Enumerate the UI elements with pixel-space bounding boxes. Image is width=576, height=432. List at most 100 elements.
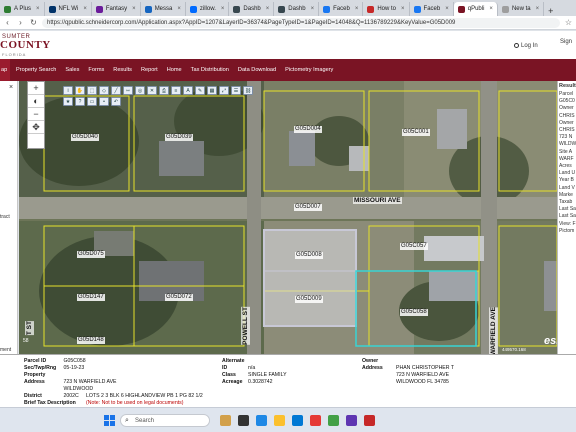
browser-tab[interactable]: A Plus × [0, 2, 45, 16]
nav-data-download[interactable]: Data Download [238, 67, 276, 73]
select-tool-icon[interactable]: ⬚ [87, 86, 97, 95]
parcel-label[interactable]: G05D148 [77, 337, 105, 344]
nav-forms[interactable]: Forms [88, 67, 104, 73]
bookmark-tool-icon[interactable]: ★ [63, 97, 73, 106]
forward-icon[interactable]: › [16, 18, 25, 27]
tab-close-icon[interactable]: × [445, 6, 449, 12]
app-icon[interactable] [364, 415, 375, 426]
results-line: Owner [559, 119, 574, 126]
clear-tool-icon[interactable]: ✕ [147, 86, 157, 95]
parcel-label[interactable]: G05D075 [77, 251, 105, 258]
browser-tab[interactable]: Messa × [141, 2, 186, 16]
star-icon[interactable]: ☆ [564, 18, 573, 27]
taskbar-search[interactable]: ⌕ Search [120, 414, 210, 427]
login-link[interactable]: Log In [514, 43, 538, 49]
task-view-icon[interactable] [238, 415, 249, 426]
tab-close-icon[interactable]: × [489, 6, 493, 12]
new-tab-icon[interactable]: + [544, 6, 557, 16]
tab-close-icon[interactable]: × [83, 6, 87, 12]
nav-report[interactable]: Report [141, 67, 158, 73]
tab-close-icon[interactable]: × [355, 6, 359, 12]
close-icon[interactable]: × [9, 84, 13, 91]
parcel-label[interactable]: G05D008 [295, 252, 323, 259]
tab-close-icon[interactable]: × [177, 6, 181, 12]
mail-icon[interactable] [292, 415, 303, 426]
browser-tab[interactable]: qPubli × [453, 2, 498, 16]
parcel-label[interactable]: G05C057 [400, 243, 428, 250]
parcel-label[interactable]: G05D072 [165, 294, 193, 301]
browser-tab[interactable]: zillow. × [186, 2, 230, 16]
browser-tab[interactable]: NFL Wi × [45, 2, 92, 16]
map-view[interactable]: + ◐ − ✥ i ✋ ⬚ ◇ ╱ ⇿ ◎ ✕ ⎙ ≡ A ✎ ▦ ⤢ ☰ ⛓ … [19, 81, 557, 354]
globe-icon[interactable]: ◐ [28, 95, 44, 108]
browser-tab[interactable]: How to × [363, 2, 410, 16]
browser-tab[interactable]: Faceb × [319, 2, 364, 16]
tab-close-icon[interactable]: × [311, 6, 315, 12]
tab-close-icon[interactable]: × [536, 6, 540, 12]
tab-close-icon[interactable]: × [36, 6, 40, 12]
tab-close-icon[interactable]: × [401, 6, 405, 12]
zoom-out-icon[interactable]: − [28, 108, 44, 121]
legend-tool-icon[interactable]: ☰ [231, 86, 241, 95]
owner-street: 723 N WARFIELD AVE [396, 372, 450, 378]
county-logo[interactable]: COUNTY [0, 39, 51, 51]
polygon-tool-icon[interactable]: ◇ [99, 86, 109, 95]
url-field[interactable]: https://qpublic.schneidercorp.com/Applic… [42, 17, 560, 28]
measure-tool-icon[interactable]: ⇿ [123, 86, 133, 95]
left-panel-item[interactable]: tract [0, 214, 10, 220]
help-tool-icon[interactable]: ? [75, 97, 85, 106]
nav-home[interactable]: Home [167, 67, 182, 73]
line-tool-icon[interactable]: ╱ [111, 86, 121, 95]
sign-link[interactable]: Sign [560, 39, 572, 45]
link-tool-icon[interactable]: ⛓ [243, 86, 253, 95]
results-line: Land U [559, 170, 576, 177]
file-explorer-icon[interactable] [220, 415, 231, 426]
browser-tab[interactable]: Fantasy × [92, 2, 141, 16]
app-icon[interactable] [328, 415, 339, 426]
draw-tool-icon[interactable]: ✎ [195, 86, 205, 95]
tab-close-icon[interactable]: × [266, 6, 270, 12]
browser-tab[interactable]: Faceb × [410, 2, 454, 16]
parcel-label[interactable]: G05D009 [295, 296, 323, 303]
buffer-tool-icon[interactable]: ◎ [135, 86, 145, 95]
identify-tool-icon[interactable]: i [63, 86, 73, 95]
point-tool-icon[interactable]: • [99, 97, 109, 106]
browser-tab[interactable]: New ta × [498, 2, 545, 16]
app-icon[interactable] [346, 415, 357, 426]
parcel-label[interactable]: G05C001 [402, 129, 430, 136]
pan-tool-icon[interactable]: ✋ [75, 86, 85, 95]
windows-start-icon[interactable] [104, 415, 115, 426]
left-panel-item[interactable]: ment [0, 347, 11, 353]
parcel-label[interactable]: G05D040 [71, 134, 99, 141]
tab-close-icon[interactable]: × [221, 6, 225, 12]
app-icon[interactable] [310, 415, 321, 426]
label-tool-icon[interactable]: A [183, 86, 193, 95]
parcel-label[interactable]: G05D007 [294, 204, 322, 211]
layers-tool-icon[interactable]: ≡ [171, 86, 181, 95]
nav-pictometry[interactable]: Pictometry Imagery [285, 67, 333, 73]
locate-icon[interactable]: ✥ [28, 121, 44, 134]
parcel-label[interactable]: G05D039 [165, 134, 193, 141]
grid-tool-icon[interactable]: ▦ [207, 86, 217, 95]
chrome-icon[interactable] [274, 415, 285, 426]
nav-sales[interactable]: Sales [65, 67, 79, 73]
nav-results[interactable]: Results [113, 67, 132, 73]
parcel-label[interactable]: G05D004 [294, 126, 322, 133]
area-tool-icon[interactable]: ▭ [87, 97, 97, 106]
nav-map-tab[interactable]: ap [0, 59, 10, 81]
tab-close-icon[interactable]: × [132, 6, 136, 12]
zoom-in-icon[interactable]: + [28, 82, 44, 95]
full-extent-tool-icon[interactable]: ⤢ [219, 86, 229, 95]
parcel-label[interactable]: G05C058 [400, 309, 428, 316]
nav-property-search[interactable]: Property Search [16, 67, 56, 73]
reload-icon[interactable]: ↻ [29, 18, 38, 27]
nav-tax-distribution[interactable]: Tax Distribution [191, 67, 229, 73]
print-tool-icon[interactable]: ⎙ [159, 86, 169, 95]
undo-tool-icon[interactable]: ↶ [111, 97, 121, 106]
browser-tab[interactable]: Dashb × [274, 2, 320, 16]
back-icon[interactable]: ‹ [3, 18, 12, 27]
parcel-id-value: G05C058 [63, 358, 86, 364]
parcel-label[interactable]: G05D147 [77, 294, 105, 301]
edge-icon[interactable] [256, 415, 267, 426]
browser-tab[interactable]: Dashb × [229, 2, 275, 16]
